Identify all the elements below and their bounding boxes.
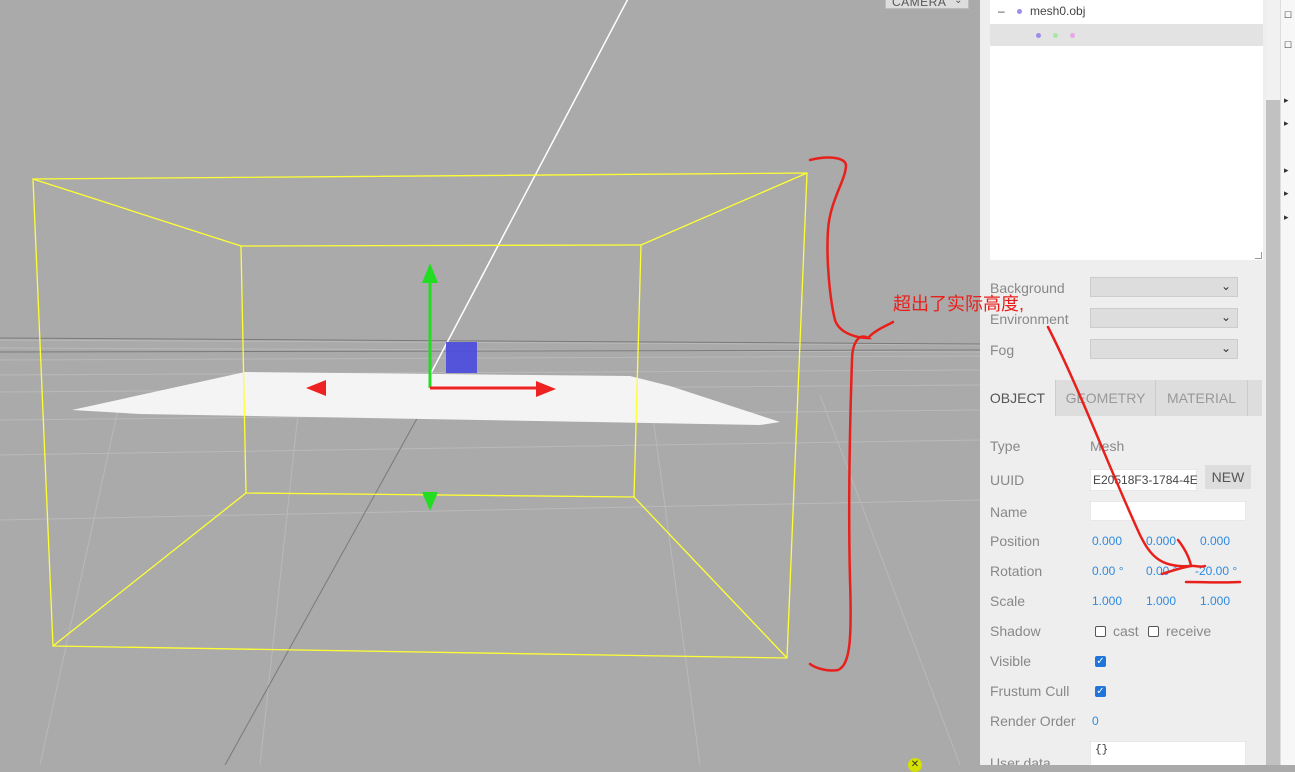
camera-select[interactable]: CAMERA ⌄ — [885, 0, 969, 9]
fog-label: Fog — [990, 342, 1014, 358]
uuid-value: E20518F3-1784-4E — [1093, 473, 1197, 487]
tab-material[interactable]: MATERIAL — [1156, 380, 1248, 416]
name-label: Name — [990, 504, 1027, 520]
edge-arrow-icon: ▸ — [1284, 95, 1289, 106]
texture-dot-icon — [1070, 33, 1075, 38]
fog-select[interactable]: ⌄ — [1090, 339, 1238, 359]
tab-object[interactable]: OBJECT — [980, 380, 1056, 416]
annotation-text: 超出了实际高度, — [893, 290, 1024, 316]
visible-checkbox[interactable]: ✓ — [1095, 656, 1106, 667]
scale-row: Scale 1.000 1.000 1.000 — [990, 590, 1260, 612]
rotation-z-input[interactable]: -20.00 ° — [1195, 564, 1237, 578]
user-data-textarea[interactable]: {} — [1090, 741, 1246, 765]
right-edge-panel: ☐ ☐ ▸ ▸ ▸ ▸ ▸ — [1280, 0, 1295, 765]
name-input[interactable] — [1090, 501, 1246, 521]
render-order-input[interactable]: 0 — [1092, 714, 1099, 728]
plane-mesh[interactable] — [72, 372, 780, 425]
scrollbar-thumb[interactable] — [1266, 100, 1280, 765]
user-data-row: User data {} — [990, 741, 1260, 763]
sidebar-scrollbar[interactable] — [1266, 0, 1280, 765]
rotation-x-input[interactable]: 0.00 ° — [1092, 564, 1124, 578]
position-label: Position — [990, 533, 1040, 549]
fog-row: Fog ⌄ — [990, 339, 1240, 361]
shadow-label: Shadow — [990, 623, 1041, 639]
chevron-down-icon: ⌄ — [1221, 341, 1231, 355]
user-data-label: User data — [990, 755, 1051, 765]
camera-ray — [430, 0, 630, 375]
environment-select[interactable]: ⌄ — [1090, 308, 1238, 328]
properties-tabs: OBJECT GEOMETRY MATERIAL — [980, 380, 1262, 416]
background-row: Background ⌄ — [990, 277, 1240, 299]
edge-arrow-icon: ▸ — [1284, 212, 1289, 223]
edge-box-icon: ☐ — [1284, 10, 1292, 21]
shadow-cast-checkbox[interactable] — [1095, 626, 1106, 637]
position-x-input[interactable]: 0.000 — [1092, 534, 1122, 548]
position-row: Position 0.000 0.000 0.000 — [990, 530, 1260, 552]
shadow-cast-label: cast — [1113, 623, 1139, 639]
rotation-y-input[interactable]: 0.00 ° — [1146, 564, 1178, 578]
z-axis-handle[interactable] — [446, 342, 477, 373]
edge-arrow-icon: ▸ — [1284, 165, 1289, 176]
uuid-label: UUID — [990, 472, 1024, 488]
outliner-item-children[interactable] — [990, 24, 1263, 46]
scene-canvas[interactable] — [0, 0, 980, 765]
position-y-input[interactable]: 0.000 — [1146, 534, 1176, 548]
3d-viewport[interactable]: CAMERA ⌄ — [0, 0, 980, 765]
render-order-label: Render Order — [990, 713, 1076, 729]
scale-z-input[interactable]: 1.000 — [1200, 594, 1230, 608]
position-z-input[interactable]: 0.000 — [1200, 534, 1230, 548]
mesh-type-dot-icon — [1017, 9, 1022, 14]
edge-box-icon: ☐ — [1284, 40, 1292, 51]
y-axis-arrow[interactable] — [422, 263, 438, 283]
collapse-icon[interactable]: – — [998, 0, 1005, 22]
material-dot-icon — [1053, 33, 1058, 38]
scale-label: Scale — [990, 593, 1025, 609]
chevron-down-icon: ⌄ — [1221, 310, 1231, 324]
scale-y-input[interactable]: 1.000 — [1146, 594, 1176, 608]
environment-row: Environment ⌄ — [990, 308, 1240, 330]
camera-select-label: CAMERA — [892, 0, 946, 9]
scale-x-input[interactable]: 1.000 — [1092, 594, 1122, 608]
outliner[interactable]: – mesh0.obj — [990, 0, 1263, 260]
rotation-row: Rotation 0.00 ° 0.00 ° -20.00 ° — [990, 560, 1260, 582]
type-value: Mesh — [1090, 438, 1124, 454]
shadow-receive-label: receive — [1166, 623, 1211, 639]
uuid-row: UUID E20518F3-1784-4E NEW — [990, 469, 1260, 491]
chevron-down-icon: ⌄ — [1221, 279, 1231, 293]
y-axis-arrow-down[interactable] — [422, 492, 438, 511]
status-indicator-icon: ✕ — [908, 758, 922, 772]
outliner-item-mesh[interactable]: – mesh0.obj — [990, 0, 1263, 22]
rotation-label: Rotation — [990, 563, 1042, 579]
background-select[interactable]: ⌄ — [1090, 277, 1238, 297]
resize-handle-icon[interactable] — [1255, 252, 1262, 259]
visible-label: Visible — [990, 653, 1031, 669]
geometry-dot-icon — [1036, 33, 1041, 38]
new-uuid-button[interactable]: NEW — [1205, 465, 1251, 489]
type-row: Type Mesh — [990, 435, 1260, 457]
render-order-row: Render Order 0 — [990, 710, 1260, 732]
type-label: Type — [990, 438, 1020, 454]
frustum-cull-label: Frustum Cull — [990, 683, 1069, 699]
chevron-down-icon: ⌄ — [954, 0, 963, 6]
edge-arrow-icon: ▸ — [1284, 188, 1289, 199]
shadow-row: Shadow cast receive — [990, 620, 1260, 642]
frustum-cull-row: Frustum Cull ✓ — [990, 680, 1260, 702]
frustum-cull-checkbox[interactable]: ✓ — [1095, 686, 1106, 697]
sidebar-panel: – mesh0.obj Background ⌄ Environment ⌄ F… — [980, 0, 1266, 765]
tab-geometry[interactable]: GEOMETRY — [1056, 380, 1156, 416]
visible-row: Visible ✓ — [990, 650, 1260, 672]
edge-arrow-icon: ▸ — [1284, 118, 1289, 129]
name-row: Name — [990, 501, 1260, 523]
outliner-item-label: mesh0.obj — [1030, 0, 1085, 22]
shadow-receive-checkbox[interactable] — [1148, 626, 1159, 637]
